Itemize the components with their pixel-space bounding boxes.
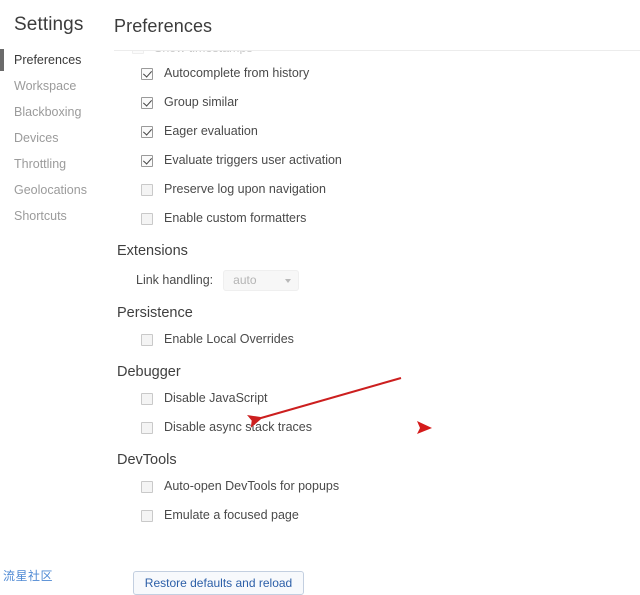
checkbox-label: Evaluate triggers user activation [164,153,342,168]
settings-content: Preferences Show timestamps Autocomplete… [105,0,640,585]
sidebar-item-preferences[interactable]: Preferences [0,47,105,73]
checkbox-label: Emulate a focused page [164,508,299,523]
checkbox-enable-custom-formatters[interactable] [141,212,153,225]
checkbox-disable-async-stack-traces[interactable] [141,421,153,434]
checkbox-row-eager-evaluation[interactable]: Eager evaluation [141,121,640,142]
checkbox-label: Show timestamps [154,51,253,54]
checkbox-row-disable-javascript[interactable]: Disable JavaScript [141,388,640,409]
section-title: DevTools [117,452,177,468]
checkbox-group-similar[interactable] [141,96,153,109]
link-handling-label: Link handling: [136,273,214,287]
checkbox-emulate-a-focused-page[interactable] [141,509,153,522]
checkbox-label: Autocomplete from history [164,66,310,81]
section-devtools: DevTools Auto-open DevTools for popups E… [114,452,640,526]
restore-defaults-button[interactable]: Restore defaults and reload [133,571,304,595]
settings-dialog: Settings Preferences Workspace Blackboxi… [0,0,640,595]
checkbox-disable-javascript[interactable] [141,392,153,405]
checkbox-row-emulate-a-focused-page[interactable]: Emulate a focused page [141,505,640,526]
checkbox-evaluate-triggers-user-activation[interactable] [141,154,153,167]
checkbox-row-autocomplete-from-history[interactable]: Autocomplete from history [141,63,640,84]
sidebar-item-label: Blackboxing [14,105,82,119]
sidebar-item-label: Devices [14,131,59,145]
checkbox-row-group-similar[interactable]: Group similar [141,92,640,113]
checkbox-row-enable-local-overrides[interactable]: Enable Local Overrides [141,329,640,350]
checkbox-label: Preserve log upon navigation [164,182,326,197]
section-title: Persistence [117,305,193,321]
checkbox-row-disable-async-stack-traces[interactable]: Disable async stack traces [141,417,640,438]
checkbox-row-evaluate-triggers-user-activation[interactable]: Evaluate triggers user activation [141,150,640,171]
settings-sidebar: Settings Preferences Workspace Blackboxi… [0,0,105,585]
checkbox-row-auto-open-devtools-for-popups[interactable]: Auto-open DevTools for popups [141,476,640,497]
checkbox-row-enable-custom-formatters[interactable]: Enable custom formatters [141,208,640,229]
section-persistence: Persistence Enable Local Overrides [114,305,640,350]
checkbox-preserve-log-upon-navigation[interactable] [141,183,153,196]
checkbox-label: Enable Local Overrides [164,332,294,347]
checkbox-autocomplete-from-history[interactable] [141,67,153,80]
sidebar-item-label: Throttling [14,157,67,171]
checkbox-auto-open-devtools-for-popups[interactable] [141,480,153,493]
sidebar-item-label: Preferences [14,53,82,67]
restore-defaults-label: Restore defaults and reload [144,576,293,590]
checkbox-label: Group similar [164,95,239,110]
link-handling-value: auto [233,273,257,287]
checkbox-label: Disable async stack traces [164,420,312,435]
link-handling-select[interactable]: auto [223,269,300,291]
checkbox-enable-local-overrides[interactable] [141,333,153,346]
section-debugger: Debugger Disable JavaScript Disable asyn… [114,364,640,438]
console-options-group: Autocomplete from history Group similar … [114,63,640,229]
sidebar-item-throttling[interactable]: Throttling [0,151,105,177]
sidebar-item-label: Workspace [14,79,77,93]
sidebar-item-blackboxing[interactable]: Blackboxing [0,99,105,125]
chevron-down-icon [285,278,292,283]
checkbox-label: Auto-open DevTools for popups [164,479,340,494]
checkbox-row-preserve-log-upon-navigation[interactable]: Preserve log upon navigation [141,179,640,200]
preferences-scroll-area[interactable]: Show timestamps Autocomplete from histor… [105,51,640,585]
sidebar-item-devices[interactable]: Devices [0,125,105,151]
section-title: Extensions [117,243,188,259]
watermark: 流星社区 [3,569,54,583]
checkbox-label: Eager evaluation [164,124,258,139]
sidebar-item-label: Shortcuts [14,209,67,223]
checkbox-eager-evaluation[interactable] [141,125,153,138]
sidebar-title: Settings [14,14,84,35]
section-extensions: Extensions Link handling: auto [114,243,640,293]
page-title: Preferences [114,16,213,36]
sidebar-item-workspace[interactable]: Workspace [0,73,105,99]
checkbox-label: Disable JavaScript [164,391,268,406]
sidebar-item-shortcuts[interactable]: Shortcuts [0,203,105,229]
sidebar-item-geolocations[interactable]: Geolocations [0,177,105,203]
checkbox-row-show-timestamps[interactable]: Show timestamps [132,51,253,54]
section-title: Debugger [117,364,181,380]
link-handling-row: Link handling: auto [136,267,640,293]
checkbox-label: Enable custom formatters [164,211,307,226]
checkbox-show-timestamps[interactable] [132,51,144,54]
sidebar-item-label: Geolocations [14,183,87,197]
selected-indicator [0,49,4,71]
